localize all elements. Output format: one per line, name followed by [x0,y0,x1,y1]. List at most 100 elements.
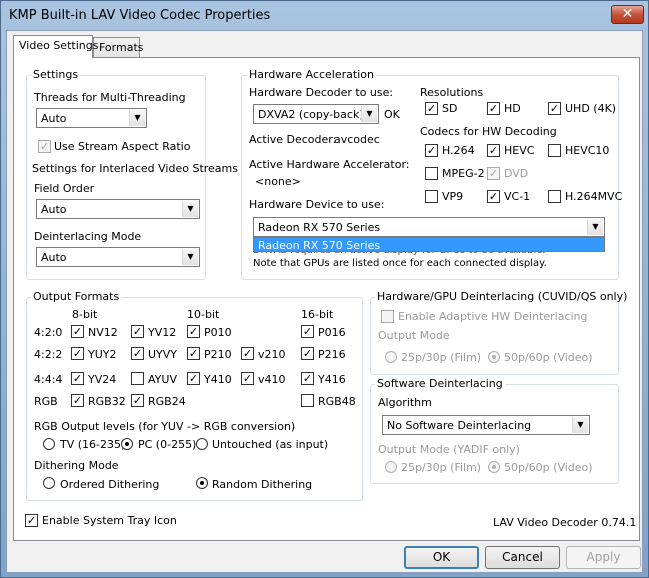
field-order-select[interactable]: Auto ▼ [36,199,200,219]
row-rgb-label: RGB [34,395,58,408]
codec-vp9-checkbox[interactable] [425,190,438,203]
v410-label: v410 [258,373,286,386]
res-hd-checkbox[interactable]: ✓ [487,102,500,115]
codec-mpeg2-checkbox[interactable] [425,167,438,180]
tab-formats[interactable]: Formats [93,37,144,58]
hwaccel-group-title: Hardware Acceleration [247,68,376,81]
nv12-checkbox[interactable]: ✓ [71,325,84,338]
col-8bit-label: 8-bit [72,308,98,321]
apply-button[interactable]: Apply [566,546,641,569]
threads-select[interactable]: Auto ▼ [36,108,147,128]
uyvy-checkbox[interactable]: ✓ [131,347,144,360]
hw-deint-film-radio[interactable] [385,351,397,363]
threads-label: Threads for Multi-Threading [34,91,186,104]
codec-mpeg2-label: MPEG-2 [442,167,485,180]
sw-deint-algorithm-value: No Software Deinterlacing [387,419,532,432]
v410-checkbox[interactable]: ✓ [241,372,254,385]
sw-deint-algorithm-select[interactable]: No Software Deinterlacing ▼ [382,415,590,435]
dither-ordered-radio[interactable] [43,477,55,489]
threads-value: Auto [41,112,67,125]
codec-hevc10-checkbox[interactable] [548,144,561,157]
yv12-label: YV12 [148,326,177,339]
output-formats-title: Output Formats [31,290,122,303]
levels-label: RGB Output levels (for YUV -> RGB conver… [34,420,296,433]
radio-dot [125,442,129,446]
p210-checkbox[interactable]: ✓ [187,347,200,360]
active-decoder-value: avcodec [334,133,380,146]
rgb24-checkbox[interactable]: ✓ [131,394,144,407]
p010-checkbox[interactable]: ✓ [187,325,200,338]
hw-decoder-select[interactable]: DXVA2 (copy-back) ▼ [253,104,379,124]
res-hd-label: HD [504,102,521,115]
v210-checkbox[interactable]: ✓ [241,347,254,360]
active-accel-value: <none> [255,175,301,188]
active-decoder-label: Active Decoder: [249,133,337,146]
chevron-down-icon: ▼ [182,201,198,217]
codec-h264-label: H.264 [442,144,475,157]
yv12-checkbox[interactable]: ✓ [131,325,144,338]
codec-h264mvc-checkbox[interactable] [548,190,561,203]
ayuv-label: AYUV [148,373,177,386]
chevron-down-icon: ▼ [572,417,588,433]
dither-random-label: Random Dithering [212,478,313,491]
tray-icon-checkbox[interactable]: ✓ [25,514,38,527]
codec-hevc-checkbox[interactable]: ✓ [487,144,500,157]
ok-button[interactable]: OK [404,546,479,569]
dialog-window: KMP Built-in LAV Video Codec Properties … [0,0,649,578]
level-tv-radio[interactable] [43,438,55,450]
hw-deint-video-label: 50p/60p (Video) [504,351,593,364]
codec-dvd-checkbox[interactable]: ✓ [487,167,500,180]
radio-dot [492,355,496,359]
sw-deint-video-label: 50p/60p (Video) [504,461,593,474]
stream-aspect-checkbox[interactable]: ✓ [38,140,51,153]
hw-device-select[interactable]: Radeon RX 570 Series ▼ [253,217,605,237]
res-sd-checkbox[interactable]: ✓ [425,102,438,115]
p210-label: P210 [204,348,232,361]
rgb32-checkbox[interactable]: ✓ [71,394,84,407]
codec-vp9-label: VP9 [442,190,464,203]
interlaced-label: Settings for Interlaced Video Streams [32,162,238,175]
tab-video-settings[interactable]: Video Settings [13,35,98,58]
codec-h264-checkbox[interactable]: ✓ [425,144,438,157]
hw-deint-video-radio[interactable] [488,351,500,363]
p016-checkbox[interactable]: ✓ [301,325,314,338]
sw-deint-film-radio[interactable] [385,461,397,473]
codec-hevc10-label: HEVC10 [565,144,610,157]
tab-label: Video Settings [19,39,99,52]
ayuv-checkbox[interactable] [131,372,144,385]
chevron-down-icon: ▼ [182,249,198,265]
sw-deint-output-mode-label: Output Mode (YADIF only) [378,443,520,456]
tray-icon-label: Enable System Tray Icon [42,514,177,527]
deint-mode-select[interactable]: Auto ▼ [36,247,200,267]
dither-label: Dithering Mode [34,459,119,472]
dither-ordered-label: Ordered Dithering [60,478,160,491]
hw-deint-film-label: 25p/30p (Film) [401,351,482,364]
rgb48-checkbox[interactable] [301,394,314,407]
level-pc-radio[interactable] [121,438,133,450]
dither-random-radio[interactable] [196,477,208,489]
hw-note-line2: Note that GPUs are listed once for each … [253,258,547,269]
version-label: LAV Video Decoder 0.74.1 [493,516,637,529]
y416-checkbox[interactable]: ✓ [301,372,314,385]
close-button[interactable]: ✕ [611,5,644,24]
level-tv-label: TV (16-235) [60,438,126,451]
cancel-button[interactable]: Cancel [485,546,560,569]
yv24-checkbox[interactable]: ✓ [71,372,84,385]
level-untouched-radio[interactable] [196,438,208,450]
sw-deint-video-radio[interactable] [488,461,500,473]
chevron-down-icon: ▼ [587,219,603,235]
y410-checkbox[interactable]: ✓ [187,372,200,385]
hw-device-label: Hardware Device to use: [249,198,385,211]
window-title: KMP Built-in LAV Video Codec Properties [9,8,271,23]
codec-vc1-checkbox[interactable]: ✓ [487,190,500,203]
uyvy-label: UYVY [148,348,178,361]
hw-deint-enable-checkbox[interactable] [381,310,394,323]
p216-checkbox[interactable]: ✓ [301,347,314,360]
hw-device-dropdown-option[interactable]: Radeon RX 570 Series [253,237,605,252]
hw-decoder-status: OK [384,108,400,121]
res-uhd-checkbox[interactable]: ✓ [548,102,561,115]
hw-decoder-label: Hardware Decoder to use: [249,86,394,99]
codec-vc1-label: VC-1 [504,190,531,203]
yuy2-checkbox[interactable]: ✓ [71,347,84,360]
y416-label: Y416 [318,373,346,386]
